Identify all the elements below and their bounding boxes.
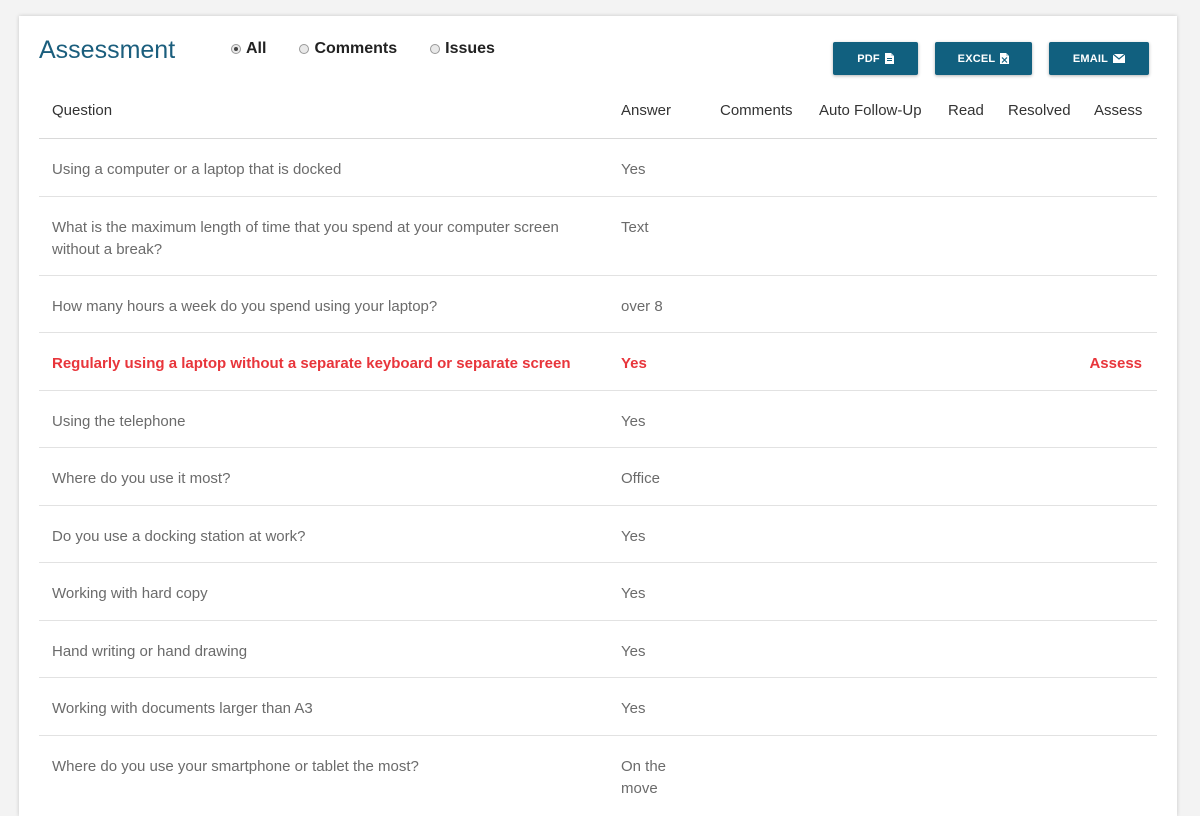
answer-cell: Yes — [621, 585, 646, 602]
file-pdf-icon — [884, 53, 894, 64]
pdf-button-label: PDF — [857, 52, 880, 65]
answer-cell: Yes — [621, 413, 646, 430]
filter-issues[interactable]: Issues — [430, 40, 495, 58]
question-cell: Where do you use your smartphone or tabl… — [52, 758, 419, 775]
question-cell: Using a computer or a laptop that is doc… — [52, 161, 342, 178]
excel-button[interactable]: EXCEL — [935, 42, 1032, 75]
table-row: Working with hard copy Yes — [39, 563, 1157, 621]
question-cell: Regularly using a laptop without a separ… — [52, 355, 571, 372]
question-cell: Working with hard copy — [52, 585, 208, 602]
assessment-card: Assessment All Comments Issues PDF EXCEL… — [19, 16, 1177, 816]
email-button[interactable]: EMAIL — [1049, 42, 1149, 75]
table-row: Where do you use it most? Office — [39, 448, 1157, 506]
answer-cell: Yes — [621, 528, 646, 545]
table-body: Using a computer or a laptop that is doc… — [39, 139, 1157, 816]
answer-cell: On the move — [621, 758, 667, 797]
column-answer[interactable]: Answer — [621, 102, 671, 119]
answer-cell: Yes — [621, 161, 646, 178]
table-row: What is the maximum length of time that … — [39, 197, 1157, 276]
pdf-button[interactable]: PDF — [833, 42, 918, 75]
filter-comments-label: Comments — [314, 40, 398, 57]
question-cell: Using the telephone — [52, 413, 186, 430]
radio-comments[interactable] — [299, 44, 310, 54]
envelope-icon — [1113, 54, 1126, 63]
column-assess[interactable]: Assess — [1094, 102, 1142, 119]
answer-cell: Yes — [621, 355, 647, 372]
radio-all[interactable] — [231, 44, 241, 54]
page-title: Assessment — [39, 36, 176, 64]
question-cell: Where do you use it most? — [52, 470, 231, 487]
table-row: How many hours a week do you spend using… — [39, 276, 1157, 333]
email-button-label: EMAIL — [1072, 52, 1109, 65]
question-cell: Do you use a docking station at work? — [52, 528, 306, 545]
filter-comments[interactable]: Comments — [299, 40, 397, 58]
table-header: Question Answer Comments Auto Follow-Up … — [39, 96, 1157, 139]
table-row-issue: Regularly using a laptop without a separ… — [39, 333, 1157, 391]
answer-cell: Text — [621, 219, 649, 236]
question-cell: Hand writing or hand drawing — [52, 643, 248, 660]
question-cell: What is the maximum length of time that … — [52, 219, 559, 258]
column-question[interactable]: Question — [52, 102, 112, 119]
column-resolved[interactable]: Resolved — [1008, 102, 1071, 119]
table-row: Hand writing or hand drawing Yes — [39, 621, 1157, 678]
filter-issues-label: Issues — [445, 40, 495, 57]
question-cell: How many hours a week do you spend using… — [52, 298, 438, 315]
table-row: Where do you use your smartphone or tabl… — [39, 736, 1157, 816]
question-cell: Working with documents larger than A3 — [52, 700, 313, 717]
column-read[interactable]: Read — [948, 102, 984, 119]
column-comments[interactable]: Comments — [720, 102, 793, 119]
filter-group: All Comments Issues — [231, 40, 528, 58]
filter-all-label: All — [246, 40, 267, 57]
filter-all[interactable]: All — [231, 40, 266, 58]
column-auto-follow-up[interactable]: Auto Follow-Up — [819, 102, 922, 119]
excel-button-label: EXCEL — [957, 52, 996, 65]
answer-cell: Yes — [621, 643, 646, 660]
table-row: Using a computer or a laptop that is doc… — [39, 139, 1157, 197]
radio-issues[interactable] — [430, 44, 441, 54]
answer-cell: over 8 — [621, 298, 663, 315]
table-row: Using the telephone Yes — [39, 391, 1157, 448]
table-row: Do you use a docking station at work? Ye… — [39, 506, 1157, 563]
answer-cell: Yes — [621, 700, 646, 717]
table-row: Working with documents larger than A3 Ye… — [39, 678, 1157, 736]
assess-link[interactable]: Assess — [1089, 353, 1142, 375]
file-excel-icon — [1000, 53, 1010, 64]
answer-cell: Office — [621, 470, 660, 487]
